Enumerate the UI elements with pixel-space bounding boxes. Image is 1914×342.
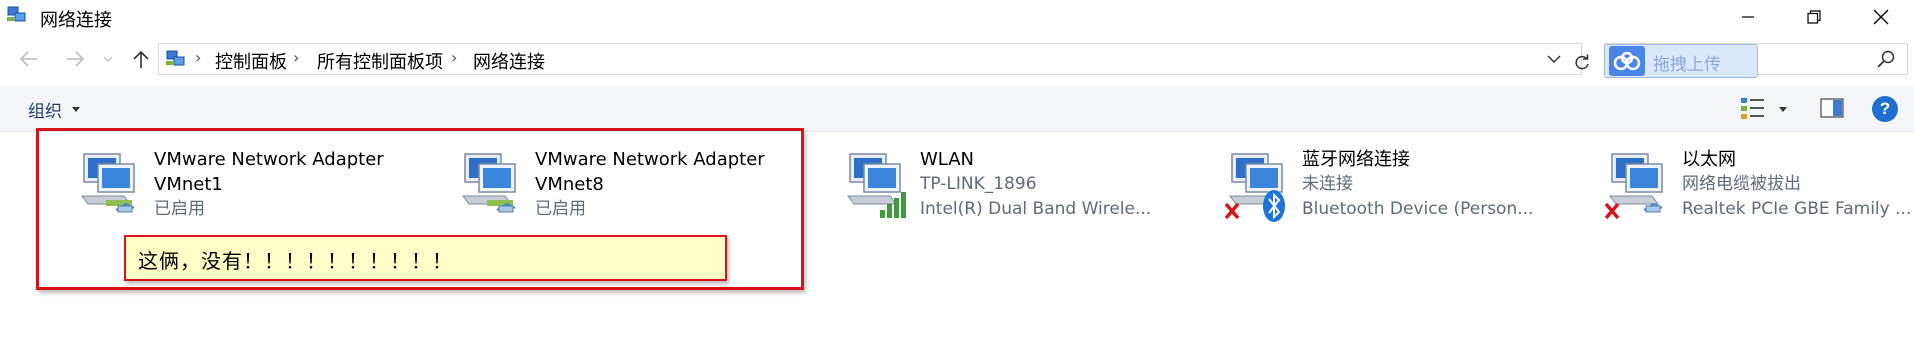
up-button[interactable]	[124, 40, 158, 78]
organize-menu-button[interactable]: 组织	[28, 97, 62, 122]
adapter-name: 蓝牙网络连接	[1302, 149, 1410, 170]
view-dropdown-icon[interactable]	[1779, 107, 1787, 112]
network-connections-icon	[7, 6, 26, 22]
refresh-icon	[1575, 54, 1589, 70]
wifi-signal-icon	[847, 153, 906, 218]
adapter-ethernet[interactable]: 以太网 网络电缆被拔出 Realtek PCIe GBE Family ...	[1602, 144, 1914, 226]
annotation-note: 这俩，没有！！！！！！！！！！	[124, 235, 727, 281]
adapter-name: 以太网	[1682, 149, 1736, 170]
baidu-upload-label: 拖拽上传	[1653, 55, 1721, 75]
refresh-button[interactable]	[1567, 46, 1597, 80]
forward-button[interactable]	[58, 40, 92, 78]
restore-button[interactable]	[1781, 0, 1847, 33]
baidu-cloud-icon	[1609, 46, 1645, 76]
network-connections-icon	[166, 50, 185, 66]
forward-arrow-icon	[67, 51, 85, 67]
adapter-status: 未连接	[1302, 174, 1353, 194]
breadcrumb-control-panel[interactable]: 控制面板	[215, 48, 287, 74]
adapter-wlan[interactable]: WLAN TP-LINK_1896 Intel(R) Dual Band Wir…	[840, 144, 1220, 226]
minimize-icon	[1742, 15, 1754, 18]
annotation-note-text: 这俩，没有！！！！！！！！！！	[138, 249, 453, 273]
minimize-button[interactable]	[1715, 0, 1781, 33]
command-bar: 组织 ?	[0, 86, 1914, 132]
address-history-chevron-icon[interactable]	[1545, 50, 1563, 68]
baidu-upload-button[interactable]: 拖拽上传	[1604, 44, 1758, 78]
close-icon	[1873, 9, 1889, 24]
recent-locations-button[interactable]	[98, 40, 118, 78]
back-button[interactable]	[12, 40, 46, 78]
adapter-device: Realtek PCIe GBE Family ...	[1682, 199, 1912, 219]
breadcrumb-all-items[interactable]: 所有控制面板项	[317, 48, 443, 74]
recent-dropdown-icon	[103, 56, 113, 62]
help-button[interactable]: ?	[1872, 96, 1898, 122]
change-view-icon[interactable]	[1740, 96, 1766, 120]
breadcrumb-separator-icon[interactable]: ›	[293, 48, 299, 67]
window-title: 网络连接	[40, 10, 112, 31]
adapter-status: TP-LINK_1896	[920, 174, 1037, 194]
title-bar: 网络连接	[0, 0, 1914, 33]
adapter-status: 网络电缆被拔出	[1682, 174, 1801, 194]
breadcrumb-network-connections[interactable]: 网络连接	[473, 48, 545, 74]
address-bar[interactable]: › 控制面板 › 所有控制面板项 › 网络连接	[158, 43, 1589, 75]
disconnected-x-icon	[1604, 153, 1663, 220]
organize-dropdown-icon[interactable]	[72, 107, 80, 112]
adapter-bluetooth[interactable]: 蓝牙网络连接 未连接 Bluetooth Device (Person...	[1222, 144, 1602, 226]
close-button[interactable]	[1848, 0, 1914, 33]
adapter-name: WLAN	[920, 149, 975, 170]
restore-icon	[1807, 9, 1821, 24]
adapter-device: Bluetooth Device (Person...	[1302, 199, 1534, 219]
up-arrow-icon	[133, 50, 149, 68]
breadcrumb-separator-icon[interactable]: ›	[451, 48, 457, 67]
bluetooth-icon	[1224, 153, 1285, 222]
search-icon[interactable]	[1876, 49, 1896, 69]
breadcrumb-separator-icon[interactable]: ›	[195, 48, 201, 67]
preview-pane-icon[interactable]	[1820, 98, 1844, 118]
adapter-device: Intel(R) Dual Band Wirele...	[920, 199, 1152, 219]
back-arrow-icon	[19, 51, 37, 67]
